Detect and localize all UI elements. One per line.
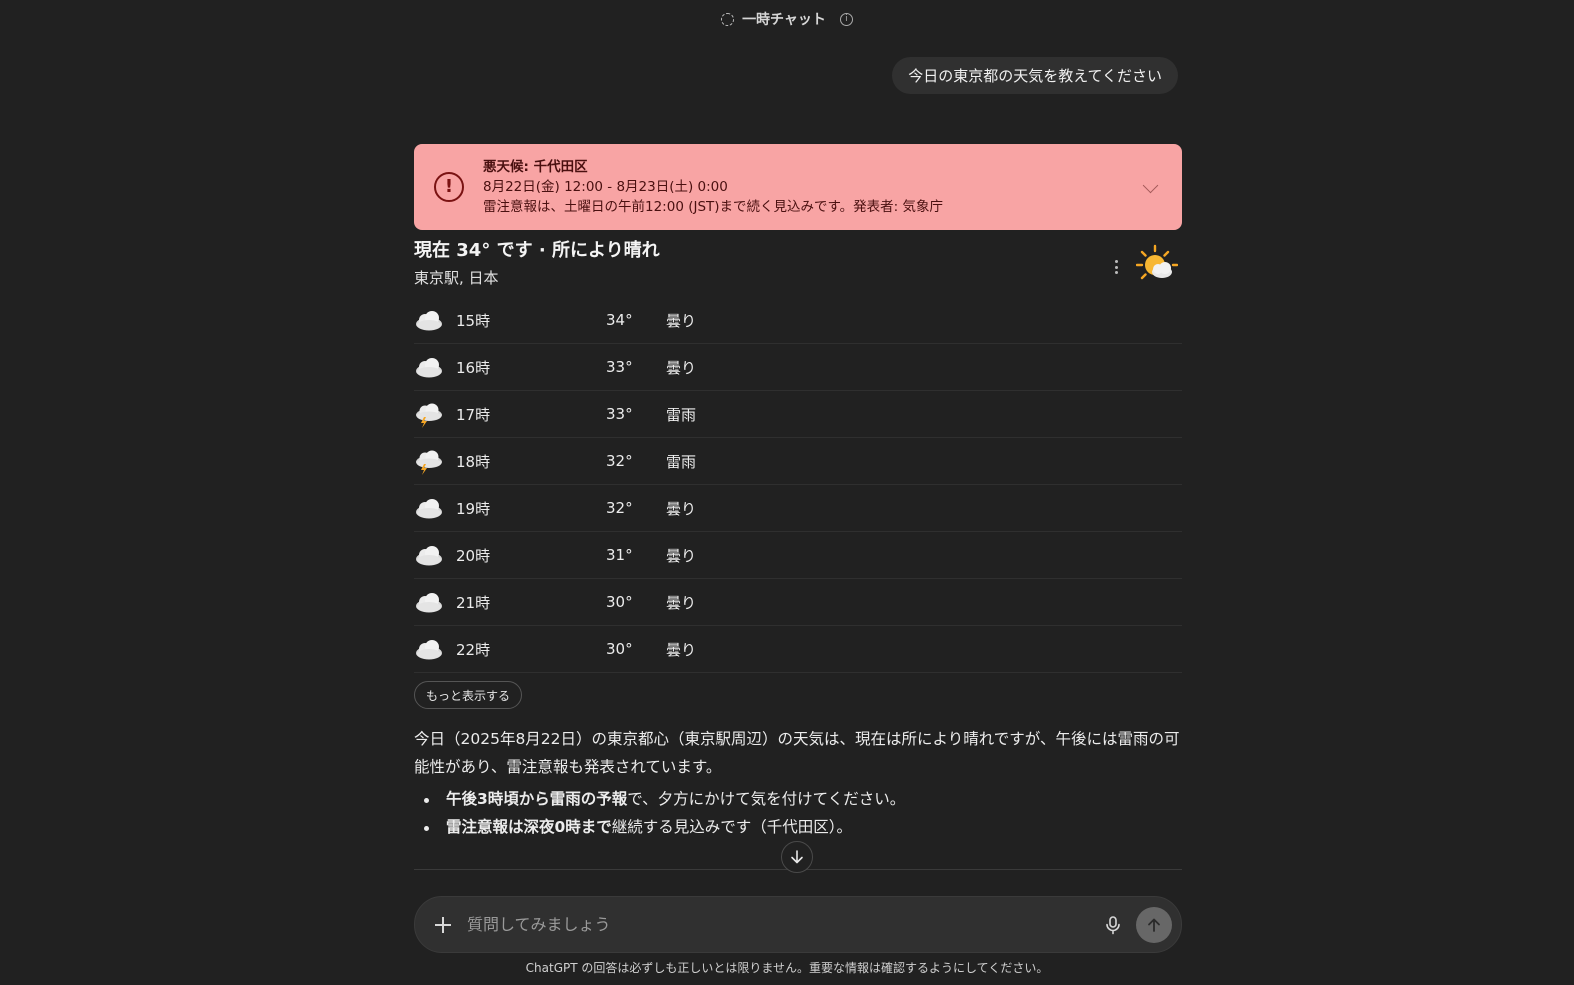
info-icon[interactable]: i xyxy=(839,12,853,26)
plus-icon[interactable] xyxy=(433,915,453,935)
forecast-row: 17時 33° 雷雨 xyxy=(414,391,1182,438)
alert-title: 悪天候: 千代田区 xyxy=(483,159,588,175)
forecast-temp: 33° xyxy=(606,358,633,376)
scroll-to-bottom-button[interactable] xyxy=(781,841,813,873)
forecast-time: 21時 xyxy=(456,593,491,612)
message-input[interactable] xyxy=(467,915,1102,934)
list-item: 午後3時頃から雷雨の予報で、夕方にかけて気を付けてください。 xyxy=(414,785,1182,813)
forecast-condition: 雷雨 xyxy=(666,405,697,424)
hourly-forecast-list: 15時 34° 曇り 16時 33° 曇り 17時 33° 雷雨 18時 32° 雷雨 19時 32° 曇り… xyxy=(414,297,1182,673)
bullet-text: で、夕方にかけて気を付けてください。 xyxy=(627,790,906,808)
forecast-temp: 30° xyxy=(606,640,633,658)
exclamation-circle-icon: ! xyxy=(434,172,464,202)
forecast-temp: 34° xyxy=(606,311,633,329)
cloud-icon xyxy=(414,305,444,335)
forecast-temp: 30° xyxy=(606,593,633,611)
forecast-time: 20時 xyxy=(456,546,491,565)
temporary-chat-icon xyxy=(721,12,735,26)
summary-bullets: 午後3時頃から雷雨の予報で、夕方にかけて気を付けてください。 雷注意報は深夜0時… xyxy=(414,785,1182,841)
show-more-button[interactable]: もっと表示する xyxy=(414,681,523,709)
sun-behind-cloud-icon xyxy=(1136,244,1178,280)
forecast-condition: 曇り xyxy=(666,499,697,518)
weather-alert-banner[interactable]: ! 悪天候: 千代田区 8月22日(金) 12:00 - 8月23日(土) 0:… xyxy=(414,144,1182,230)
cloud-icon xyxy=(414,352,444,382)
forecast-condition: 曇り xyxy=(666,593,697,612)
forecast-time: 19時 xyxy=(456,499,491,518)
thunderstorm-icon xyxy=(414,399,444,429)
forecast-row: 16時 33° 曇り xyxy=(414,344,1182,391)
weather-card-header: 現在 34° です · 所により晴れ 東京駅, 日本 xyxy=(414,238,1182,294)
forecast-row: 21時 30° 曇り xyxy=(414,579,1182,626)
weather-location: 東京駅, 日本 xyxy=(414,269,499,287)
forecast-condition: 曇り xyxy=(666,546,697,565)
user-message-text: 今日の東京都の天気を教えてください xyxy=(908,67,1162,85)
bullet-bold-text: 午後3時頃から雷雨の予報 xyxy=(446,790,628,808)
forecast-condition: 曇り xyxy=(666,640,697,659)
alert-period: 8月22日(金) 12:00 - 8月23日(土) 0:00 xyxy=(483,179,728,195)
forecast-condition: 雷雨 xyxy=(666,452,697,471)
send-button[interactable] xyxy=(1136,906,1172,943)
forecast-row: 15時 34° 曇り xyxy=(414,297,1182,344)
list-item: 雷注意報は深夜0時まで継続する見込みです（千代田区）。 xyxy=(414,813,1182,841)
forecast-row: 18時 32° 雷雨 xyxy=(414,438,1182,485)
chevron-down-icon[interactable] xyxy=(1142,177,1159,194)
summary-paragraph: 今日（2025年8月22日）の東京都心（東京駅周辺）の天気は、現在は所により晴れ… xyxy=(414,730,1180,776)
forecast-temp: 33° xyxy=(606,405,633,423)
forecast-temp: 31° xyxy=(606,546,633,564)
cloud-icon xyxy=(414,634,444,664)
forecast-condition: 曇り xyxy=(666,311,697,330)
assistant-response: 今日（2025年8月22日）の東京都心（東京駅周辺）の天気は、現在は所により晴れ… xyxy=(414,725,1182,841)
arrow-up-icon xyxy=(1148,918,1160,932)
forecast-time: 16時 xyxy=(456,358,491,377)
forecast-temp: 32° xyxy=(606,499,633,517)
bullet-bold-text: 雷注意報は深夜0時まで xyxy=(446,818,612,836)
microphone-icon[interactable] xyxy=(1102,914,1124,936)
forecast-time: 22時 xyxy=(456,640,491,659)
forecast-row: 22時 30° 曇り xyxy=(414,626,1182,673)
more-options-icon[interactable] xyxy=(1114,260,1118,274)
disclaimer: ChatGPT の回答は必ずしも正しいとは限りません。重要な情報は確認するように… xyxy=(525,961,1049,975)
forecast-row: 20時 31° 曇り xyxy=(414,532,1182,579)
thunderstorm-icon xyxy=(414,446,444,476)
forecast-time: 18時 xyxy=(456,452,491,471)
forecast-row: 19時 32° 曇り xyxy=(414,485,1182,532)
bullet-text: 継続する見込みです（千代田区）。 xyxy=(611,818,853,836)
cloud-icon xyxy=(414,540,444,570)
cloud-icon xyxy=(414,493,444,523)
forecast-temp: 32° xyxy=(606,452,633,470)
forecast-time: 17時 xyxy=(456,405,491,424)
alert-detail: 雷注意報は、土曜日の午前12:00 (JST)まで続く見込みです。発表者: 気象… xyxy=(483,199,944,215)
current-weather: 現在 34° です · 所により晴れ xyxy=(414,240,660,261)
message-composer xyxy=(414,896,1182,953)
page-title: 一時チャット xyxy=(742,12,826,28)
arrow-down-icon xyxy=(791,850,803,864)
cloud-icon xyxy=(414,587,444,617)
user-message-bubble: 今日の東京都の天気を教えてください xyxy=(892,57,1178,94)
forecast-time: 15時 xyxy=(456,311,491,330)
top-bar: 一時チャット i xyxy=(0,0,1574,38)
forecast-condition: 曇り xyxy=(666,358,697,377)
